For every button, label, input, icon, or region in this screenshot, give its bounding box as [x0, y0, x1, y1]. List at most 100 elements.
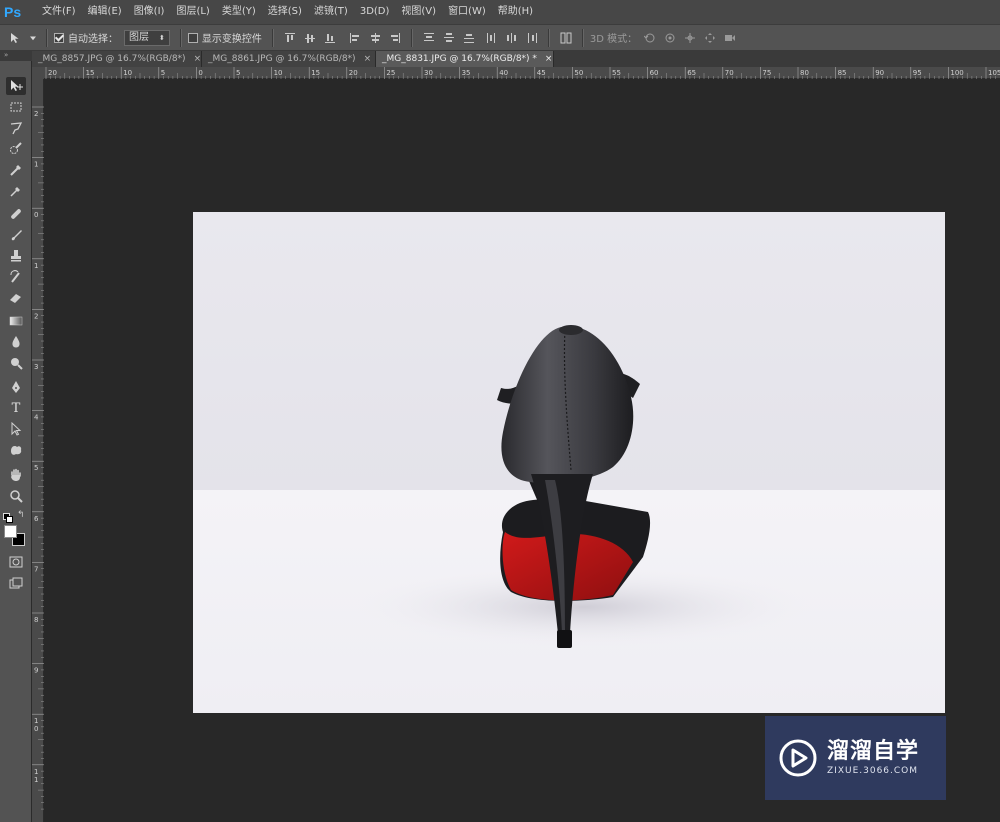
auto-select-target-dropdown[interactable]: 图层 ⬍ — [124, 29, 170, 46]
zoom-tool-icon[interactable] — [6, 487, 26, 505]
menu-item-2[interactable]: 图像(I) — [128, 0, 171, 24]
dodge-tool-icon[interactable] — [6, 354, 26, 372]
marquee-tool-icon[interactable] — [6, 98, 26, 116]
ruler-label: 1 — [34, 776, 38, 784]
document-tab[interactable]: _MG_8857.JPG @ 16.7%(RGB/8*) × — [32, 51, 202, 67]
blur-tool-icon[interactable] — [6, 333, 26, 351]
quick-mask-icon[interactable] — [6, 553, 26, 571]
eyedropper-tool-icon[interactable] — [6, 161, 26, 179]
distribute-bottom-icon[interactable] — [462, 31, 476, 45]
menu-item-10[interactable]: 帮助(H) — [492, 0, 539, 24]
distribute-right-icon[interactable] — [525, 31, 539, 45]
align-left-icon[interactable] — [348, 31, 362, 45]
ruler-label: 0 — [34, 725, 38, 733]
lasso-tool-icon[interactable] — [6, 119, 26, 137]
divider — [547, 28, 550, 47]
ruler-label: 65 — [687, 69, 696, 77]
3d-slide-icon[interactable] — [703, 31, 717, 45]
foreground-color-swatch[interactable] — [4, 525, 17, 538]
toolbar-grip[interactable]: » — [0, 51, 32, 61]
divider — [271, 28, 274, 47]
ruler-label: 4 — [34, 414, 39, 422]
ruler-label: 6 — [34, 515, 39, 523]
document-tab[interactable]: _MG_8861.JPG @ 16.7%(RGB/8*) × — [202, 51, 376, 67]
document-tab-title: _MG_8857.JPG @ 16.7%(RGB/8*) — [38, 54, 186, 64]
ruler-label: 15 — [86, 69, 95, 77]
menu-item-7[interactable]: 3D(D) — [354, 0, 396, 24]
ruler-label: 75 — [762, 69, 771, 77]
tools-panel: T ↰ — [0, 61, 32, 822]
distribute-top-icon[interactable] — [422, 31, 436, 45]
ruler-origin[interactable] — [32, 67, 44, 79]
ruler-label: 95 — [913, 69, 922, 77]
default-colors-icon[interactable] — [3, 513, 13, 523]
ruler-label: 10 — [274, 69, 283, 77]
ruler-label: 3 — [34, 363, 38, 371]
ruler-label: 30 — [424, 69, 433, 77]
document-tab-title: _MG_8831.JPG @ 16.7%(RGB/8*) * — [382, 54, 537, 64]
3d-rotate-icon[interactable] — [643, 31, 657, 45]
chevron-down-icon[interactable] — [29, 31, 37, 45]
clone-stamp-icon[interactable] — [6, 247, 26, 265]
menu-item-1[interactable]: 编辑(E) — [82, 0, 128, 24]
close-icon[interactable]: × — [364, 51, 372, 67]
distribute-left-icon[interactable] — [485, 31, 499, 45]
align-vcenter-icon[interactable] — [303, 31, 317, 45]
ruler-label: 90 — [875, 69, 884, 77]
path-select-icon[interactable] — [6, 420, 26, 438]
close-icon[interactable]: × — [545, 51, 553, 67]
brush-tool-icon[interactable] — [6, 226, 26, 244]
color-sampler-icon[interactable] — [6, 182, 26, 200]
menu-item-6[interactable]: 滤镜(T) — [308, 0, 354, 24]
gradient-tool-icon[interactable] — [6, 312, 26, 330]
healing-brush-icon[interactable] — [6, 205, 26, 223]
quick-select-tool-icon[interactable] — [6, 140, 26, 158]
distribute-vcenter-icon[interactable] — [442, 31, 456, 45]
move-tool-icon[interactable] — [6, 77, 26, 95]
history-brush-icon[interactable] — [6, 268, 26, 286]
ruler-label: 25 — [386, 69, 395, 77]
menu-item-0[interactable]: 文件(F) — [36, 0, 82, 24]
hand-tool-icon[interactable] — [6, 466, 26, 484]
menu-bar: Ps 文件(F) 编辑(E) 图像(I) 图层(L) 类型(Y) 选择(S) 滤镜(T) 3D… — [0, 0, 1000, 24]
auto-select-checkbox[interactable] — [54, 32, 64, 43]
ruler-label: 85 — [838, 69, 847, 77]
collapse-arrows-icon: » — [4, 51, 9, 59]
auto-align-icon[interactable] — [559, 31, 573, 45]
shape-tool-icon[interactable] — [6, 441, 26, 459]
document-tabs: _MG_8857.JPG @ 16.7%(RGB/8*) × _MG_8861.JP… — [32, 51, 1000, 67]
3d-drag-icon[interactable] — [683, 31, 697, 45]
align-bottom-icon[interactable] — [323, 31, 337, 45]
ruler-label: 1 — [34, 262, 38, 270]
close-icon[interactable]: × — [194, 51, 202, 67]
menu-item-5[interactable]: 选择(S) — [262, 0, 308, 24]
divider — [410, 28, 413, 47]
ruler-label: 60 — [650, 69, 659, 77]
move-tool-preset-icon[interactable] — [9, 31, 23, 45]
ruler-label: 5 — [236, 69, 240, 77]
eraser-tool-icon[interactable] — [6, 289, 26, 307]
vertical-ruler[interactable]: 2101234567891011 — [32, 79, 44, 822]
divider — [179, 28, 182, 47]
type-tool-icon[interactable]: T — [6, 399, 26, 417]
3d-roll-icon[interactable] — [663, 31, 677, 45]
align-right-icon[interactable] — [388, 31, 402, 45]
menu-item-8[interactable]: 视图(V) — [395, 0, 442, 24]
3d-scale-icon[interactable] — [723, 31, 737, 45]
screen-mode-icon[interactable] — [6, 575, 26, 593]
menu-item-3[interactable]: 图层(L) — [170, 0, 215, 24]
ruler-label: 1 — [34, 768, 38, 776]
document-image[interactable] — [193, 212, 945, 713]
ruler-label: 20 — [48, 69, 57, 77]
menu-item-9[interactable]: 窗口(W) — [442, 0, 492, 24]
horizontal-ruler[interactable]: 20 15 10 5 0 5 10 15 20 25 30 35 40 45 50 55 60 65 70 75 80 8… — [44, 67, 1000, 79]
ruler-label: 1 — [34, 161, 38, 169]
menu-item-4[interactable]: 类型(Y) — [216, 0, 262, 24]
swap-colors-icon[interactable]: ↰ — [17, 510, 25, 520]
align-top-icon[interactable] — [283, 31, 297, 45]
align-hcenter-icon[interactable] — [368, 31, 382, 45]
document-tab[interactable]: _MG_8831.JPG @ 16.7%(RGB/8*) * × — [376, 51, 554, 67]
pen-tool-icon[interactable] — [6, 378, 26, 396]
show-transform-checkbox[interactable] — [187, 32, 198, 43]
distribute-hcenter-icon[interactable] — [505, 31, 519, 45]
